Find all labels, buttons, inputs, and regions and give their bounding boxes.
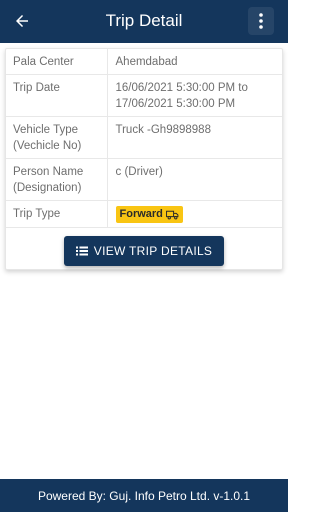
page-title: Trip Detail: [105, 11, 183, 30]
footer-text: Powered By: Guj. Info Petro Ltd. v-1.0.1: [37, 488, 251, 503]
footer: Powered By: Guj. Info Petro Ltd. v-1.0.1: [0, 479, 288, 512]
trip-detail-table: Pala Center Ahemdabad Trip Date 16/06/20…: [6, 49, 282, 228]
view-trip-details-label: VIEW TRIP DETAILS: [93, 244, 213, 258]
detail-label: Trip Date: [6, 74, 108, 117]
detail-row-person: Person Name (Designation) c (Driver): [6, 158, 282, 201]
view-trip-details-button[interactable]: VIEW TRIP DETAILS: [63, 236, 225, 266]
detail-value: Forward: [107, 200, 282, 228]
list-icon: [75, 246, 88, 256]
detail-row-vehicle: Vehicle Type (Vechicle No) Truck -Gh9898…: [6, 116, 282, 159]
app-bar: Trip Detail: [0, 0, 288, 43]
detail-label: Person Name (Designation): [6, 158, 108, 201]
detail-value: Truck -Gh9898988: [107, 116, 282, 159]
more-vert-icon: [259, 13, 263, 29]
detail-row-pala-center: Pala Center Ahemdabad: [6, 49, 282, 75]
detail-value: c (Driver): [107, 158, 282, 201]
more-menu-button[interactable]: [248, 7, 274, 35]
detail-label: Vehicle Type (Vechicle No): [6, 116, 108, 159]
detail-row-trip-date: Trip Date 16/06/2021 5:30:00 PM to 17/06…: [6, 74, 282, 117]
action-row: VIEW TRIP DETAILS: [6, 228, 282, 272]
detail-label: Pala Center: [6, 49, 108, 75]
detail-value: 16/06/2021 5:30:00 PM to 17/06/2021 5:30…: [107, 74, 282, 117]
detail-row-trip-type: Trip Type Forward: [6, 200, 282, 228]
trip-type-label: Forward: [119, 208, 163, 220]
detail-value: Ahemdabad: [107, 49, 282, 75]
truck-icon: [165, 210, 179, 219]
detail-label: Trip Type: [6, 200, 108, 228]
trip-detail-card: Pala Center Ahemdabad Trip Date 16/06/20…: [5, 48, 283, 270]
trip-type-badge: Forward: [115, 206, 183, 223]
